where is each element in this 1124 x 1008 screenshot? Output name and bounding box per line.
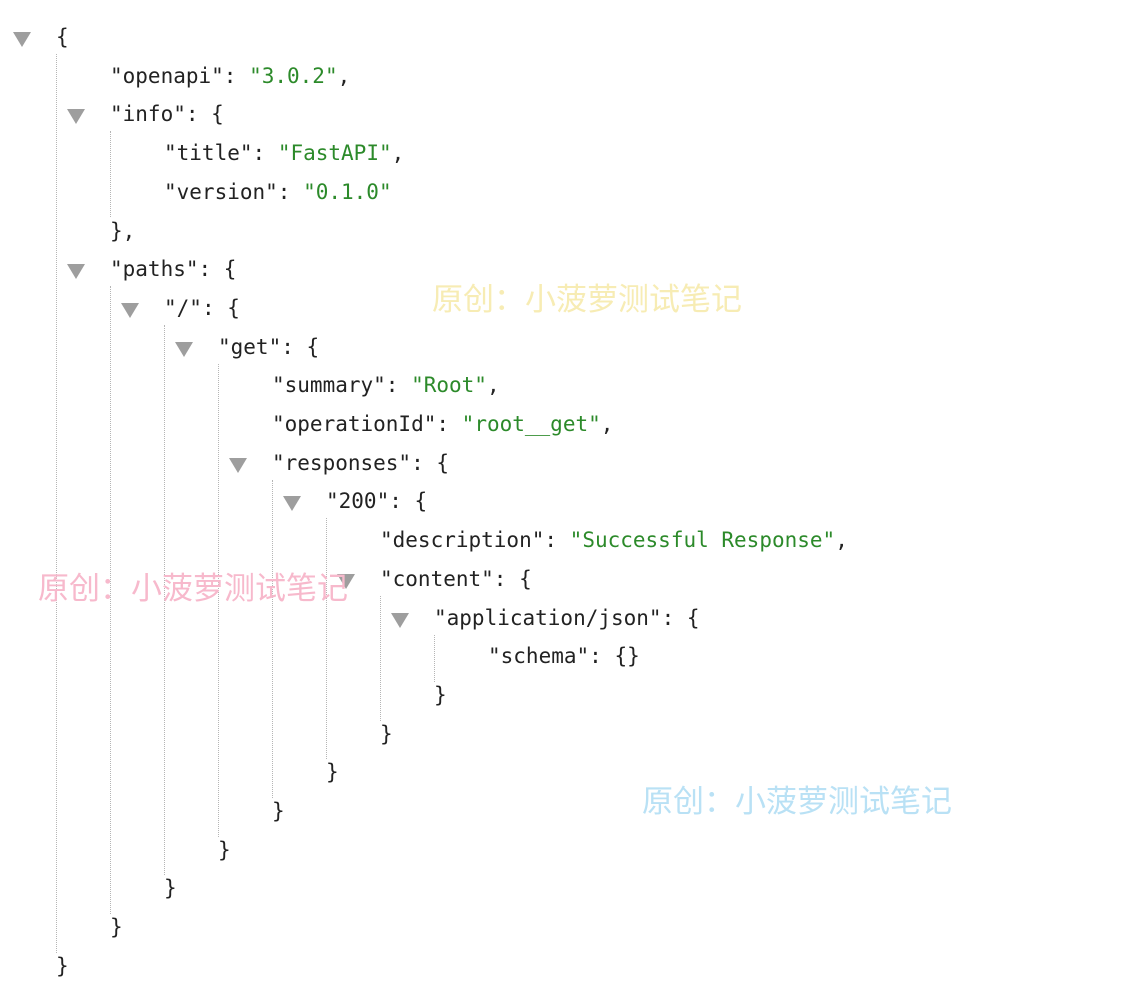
json-line-content: "content": {: [380, 562, 532, 596]
json-punctuation: ,: [391, 141, 405, 166]
json-string-value: "0.1.0": [303, 179, 392, 204]
json-punctuation: }: [434, 682, 447, 707]
json-line-root: {: [56, 20, 69, 54]
json-punctuation: : {: [493, 566, 532, 591]
json-punctuation: ,: [337, 63, 351, 88]
json-line-paths: "paths": {: [110, 252, 236, 286]
json-key: "/": [164, 295, 202, 320]
indent-guide: [164, 324, 165, 876]
json-viewer: {"openapi": "3.0.2", "info": {"title": "F…: [0, 0, 1124, 1008]
collapse-toggle-application-json-icon[interactable]: [391, 612, 409, 628]
json-line-path-root: "/": {: [164, 291, 240, 325]
json-string-value: "FastAPI": [277, 141, 392, 166]
json-key: "get": [218, 334, 282, 359]
json-punctuation: }: [218, 837, 231, 862]
json-line-status-200: "200": {: [326, 484, 427, 518]
indent-guide: [218, 363, 219, 837]
json-punctuation: :: [223, 63, 250, 88]
json-punctuation: : {: [185, 102, 224, 127]
json-line-application-json: "application/json": {: [434, 601, 700, 635]
json-key: "schema": [488, 644, 590, 669]
json-punctuation: :: [277, 179, 304, 204]
collapse-toggle-root-icon[interactable]: [13, 32, 31, 47]
collapse-toggle-paths-icon[interactable]: [67, 264, 85, 280]
json-punctuation: :: [252, 141, 278, 166]
json-line-responses-close: }: [272, 794, 285, 828]
collapse-toggle-info-icon[interactable]: [67, 109, 85, 125]
json-punctuation: :: [544, 528, 570, 553]
indent-guide: [326, 518, 327, 760]
json-punctuation: ,: [486, 373, 500, 398]
json-punctuation: }: [326, 760, 339, 785]
json-line-application-json-close: }: [434, 678, 447, 712]
collapse-toggle-path-root-icon[interactable]: [121, 302, 139, 318]
json-key: "responses": [272, 450, 412, 475]
indent-guide: [110, 131, 111, 218]
json-line-openapi: "openapi": "3.0.2",: [110, 59, 350, 93]
json-punctuation: },: [110, 218, 136, 243]
json-key: "info": [110, 102, 186, 127]
json-line-paths-close: }: [110, 910, 123, 944]
json-punctuation: : {: [389, 489, 428, 514]
json-key: "application/json": [434, 605, 662, 630]
json-line-responses: "responses": {: [272, 446, 449, 480]
json-line-description: "description": "Successful Response",: [380, 523, 848, 557]
json-key: "title": [164, 141, 253, 166]
json-line-path-root-close: }: [164, 871, 177, 905]
collapse-toggle-status-200-icon[interactable]: [283, 496, 301, 512]
json-string-value: "root__get": [461, 412, 601, 436]
indent-guide: [380, 595, 381, 721]
json-punctuation: : {: [661, 605, 700, 630]
indent-guide: [56, 54, 57, 953]
json-punctuation: }: [110, 915, 123, 940]
json-line-operation-id: "operationId": "root__get",: [272, 407, 613, 441]
json-punctuation: ,: [835, 528, 848, 553]
json-punctuation: : {}: [589, 644, 640, 669]
json-key: "200": [326, 489, 390, 514]
json-key: "version": [164, 179, 278, 204]
json-string-value: "Successful Response": [569, 528, 836, 553]
json-punctuation: : {: [198, 257, 237, 282]
json-key: "description": [380, 528, 545, 553]
json-punctuation: :: [385, 373, 412, 398]
json-string-value: "3.0.2": [249, 63, 338, 88]
indent-guide: [434, 634, 435, 682]
json-punctuation: ,: [600, 412, 614, 436]
json-punctuation: }: [56, 953, 69, 978]
json-line-content-close: }: [380, 717, 393, 751]
json-key: "summary": [272, 373, 386, 398]
json-key: "openapi": [110, 63, 224, 88]
json-line-summary: "summary": "Root",: [272, 368, 500, 402]
json-punctuation: }: [380, 721, 393, 746]
indent-guide: [110, 286, 111, 915]
json-line-info: "info": {: [110, 97, 224, 131]
json-key: "content": [380, 566, 494, 591]
json-key: "paths": [110, 257, 199, 282]
json-string-value: "Root": [411, 373, 487, 398]
json-line-status-200-close: }: [326, 755, 339, 789]
json-line-schema: "schema": {}: [488, 639, 640, 673]
collapse-toggle-responses-icon[interactable]: [229, 457, 247, 473]
json-line-info-close: },: [110, 214, 135, 248]
json-punctuation: :: [436, 412, 462, 436]
collapse-toggle-content-icon[interactable]: [337, 573, 355, 589]
indent-guide: [272, 479, 273, 798]
json-key: "operationId": [272, 412, 437, 436]
json-punctuation: {: [56, 25, 69, 49]
json-punctuation: : {: [281, 334, 320, 359]
json-line-version: "version": "0.1.0": [164, 175, 392, 209]
json-line-title: "title": "FastAPI",: [164, 136, 404, 170]
json-punctuation: }: [272, 799, 285, 823]
json-line-get-close: }: [218, 833, 231, 867]
json-line-root-close: }: [56, 949, 69, 983]
json-line-get: "get": {: [218, 330, 319, 364]
collapse-toggle-get-icon[interactable]: [175, 341, 193, 357]
json-punctuation: : {: [201, 295, 240, 320]
json-punctuation: : {: [411, 450, 450, 475]
json-punctuation: }: [164, 876, 177, 901]
